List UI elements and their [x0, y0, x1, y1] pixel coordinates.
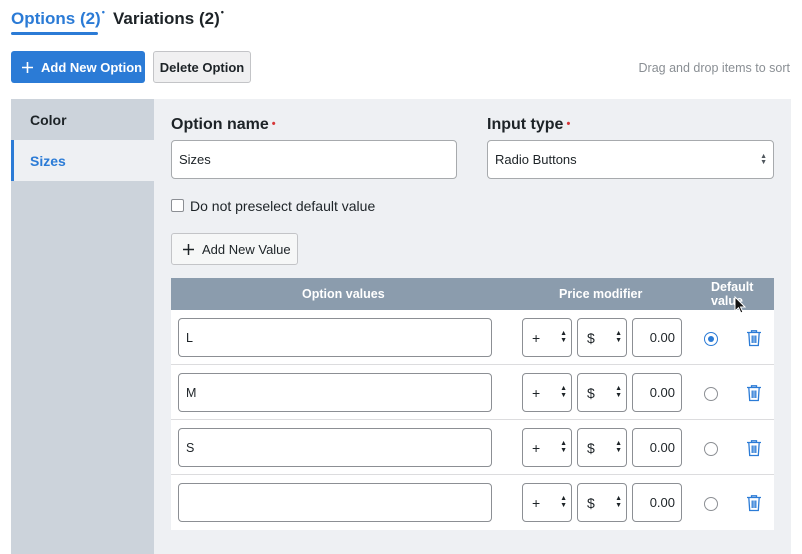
price-sign-select[interactable]: + ▲ ▼	[522, 373, 572, 412]
price-sign-select[interactable]: + ▲ ▼	[522, 428, 572, 467]
select-arrows-icon: ▲ ▼	[615, 495, 622, 509]
sidebar-item-label: Color	[30, 111, 67, 128]
delete-option-button[interactable]: Delete Option	[153, 51, 251, 83]
trash-icon[interactable]	[746, 384, 762, 407]
option-value-input[interactable]: S	[178, 428, 492, 467]
input-type-select[interactable]: Radio Buttons ▲ ▼	[487, 140, 774, 179]
tab-options[interactable]: Options (2)•	[11, 7, 105, 29]
plus-icon	[183, 243, 194, 255]
trash-icon[interactable]	[746, 494, 762, 517]
sort-hint: Drag and drop items to sort	[638, 61, 790, 75]
option-value-input[interactable]: M	[178, 373, 492, 412]
select-arrows-icon: ▲ ▼	[615, 440, 622, 454]
price-amount-input[interactable]: 0.00	[632, 318, 682, 357]
default-value-radio[interactable]	[704, 387, 718, 401]
add-new-value-label: Add New Value	[202, 241, 291, 257]
input-type-value: Radio Buttons	[495, 152, 577, 167]
tab-options-label: Options (2)	[11, 9, 101, 28]
required-marker: •	[271, 118, 276, 130]
tab-variations[interactable]: Variations (2)•	[113, 7, 224, 29]
price-type-select[interactable]: $ ▲ ▼	[577, 483, 627, 522]
select-arrows-icon: ▲ ▼	[560, 385, 567, 399]
input-type-label: Input type •	[487, 116, 571, 133]
preselect-label: Do not preselect default value	[190, 198, 376, 214]
default-value-radio[interactable]	[704, 332, 718, 346]
price-amount-input[interactable]: 0.00	[632, 428, 682, 467]
table-row: M + ▲ ▼ $ ▲ ▼ 0.00	[171, 365, 774, 420]
table-row: L + ▲ ▼ $ ▲ ▼ 0.00	[171, 310, 774, 365]
option-name-input[interactable]: Sizes	[171, 140, 457, 179]
trash-icon[interactable]	[746, 329, 762, 352]
default-value-radio[interactable]	[704, 497, 718, 511]
mouse-cursor-icon	[734, 296, 746, 314]
tab-variations-marker: •	[220, 7, 224, 18]
trash-icon[interactable]	[746, 439, 762, 462]
default-value-radio[interactable]	[704, 442, 718, 456]
price-sign-select[interactable]: + ▲ ▼	[522, 318, 572, 357]
select-arrows-icon: ▲ ▼	[615, 330, 622, 344]
select-arrows-icon: ▲ ▼	[760, 153, 767, 166]
select-arrows-icon: ▲ ▼	[560, 495, 567, 509]
active-tab-underline	[11, 32, 98, 35]
price-amount-input[interactable]: 0.00	[632, 483, 682, 522]
table-row: + ▲ ▼ $ ▲ ▼ 0.00	[171, 475, 774, 530]
option-value-input[interactable]	[178, 483, 492, 522]
tab-variations-label: Variations (2)	[113, 9, 220, 28]
column-header-option-values: Option values	[302, 287, 385, 301]
table-row: S + ▲ ▼ $ ▲ ▼ 0.00	[171, 420, 774, 475]
add-new-option-label: Add New Option	[41, 59, 143, 75]
sidebar-item-label: Sizes	[30, 152, 66, 169]
plus-icon	[22, 61, 33, 73]
price-sign-select[interactable]: + ▲ ▼	[522, 483, 572, 522]
delete-option-label: Delete Option	[159, 59, 245, 75]
column-header-price-modifier: Price modifier	[559, 287, 643, 301]
required-marker: •	[566, 118, 571, 130]
price-type-select[interactable]: $ ▲ ▼	[577, 428, 627, 467]
column-header-default-value: Default value	[711, 280, 754, 308]
option-values-table: L + ▲ ▼ $ ▲ ▼ 0.00 M + ▲ ▼ $ ▲ ▼ 0.00 S + ▲ ▼ $ ▲ ▼ …	[171, 310, 774, 530]
add-new-option-button[interactable]: Add New Option	[11, 51, 145, 83]
select-arrows-icon: ▲ ▼	[560, 440, 567, 454]
add-new-value-button[interactable]: Add New Value	[171, 233, 298, 265]
select-arrows-icon: ▲ ▼	[560, 330, 567, 344]
select-arrows-icon: ▲ ▼	[615, 385, 622, 399]
price-type-select[interactable]: $ ▲ ▼	[577, 318, 627, 357]
options-sidebar: Color Sizes	[11, 99, 154, 554]
sidebar-item-color[interactable]: Color	[11, 99, 154, 140]
price-type-select[interactable]: $ ▲ ▼	[577, 373, 627, 412]
option-name-label: Option name •	[171, 116, 276, 133]
preselect-checkbox[interactable]	[171, 199, 184, 212]
price-amount-input[interactable]: 0.00	[632, 373, 682, 412]
sidebar-item-sizes[interactable]: Sizes	[11, 140, 154, 181]
tab-options-marker: •	[101, 7, 105, 18]
option-values-table-header: Option values Price modifier Default valu…	[171, 278, 774, 310]
option-value-input[interactable]: L	[178, 318, 492, 357]
option-name-value: Sizes	[179, 152, 211, 167]
